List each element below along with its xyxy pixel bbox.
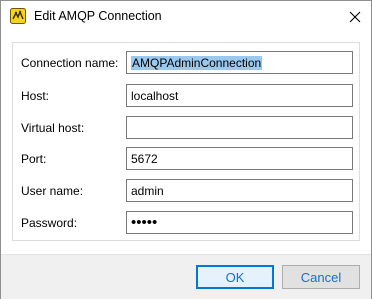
password-label: Password: — [21, 216, 78, 230]
window-title: Edit AMQP Connection — [34, 9, 162, 23]
amqp-connection-icon — [10, 8, 26, 24]
connection-name-label: Connection name: — [21, 56, 119, 70]
password-value: ••••• — [131, 214, 158, 231]
virtual-host-field[interactable] — [126, 116, 353, 139]
host-value: localhost — [131, 89, 179, 103]
user-name-value: admin — [131, 184, 164, 198]
user-name-field[interactable]: admin — [126, 179, 353, 202]
port-field[interactable]: 5672 — [126, 147, 353, 170]
virtual-host-label: Virtual host: — [21, 121, 85, 135]
connection-name-field[interactable]: AMQPAdminConnection — [126, 51, 353, 74]
ok-button[interactable]: OK — [196, 265, 274, 289]
close-button[interactable] — [339, 1, 371, 32]
close-icon — [349, 11, 361, 22]
user-name-label: User name: — [21, 184, 84, 198]
cancel-button[interactable]: Cancel — [282, 265, 360, 289]
host-field[interactable]: localhost — [126, 84, 353, 107]
connection-name-value: AMQPAdminConnection — [131, 56, 263, 70]
dialog-footer: OK Cancel — [1, 254, 371, 299]
title-bar[interactable]: Edit AMQP Connection — [1, 1, 371, 32]
password-field[interactable]: ••••• — [126, 211, 353, 234]
host-label: Host: — [21, 89, 50, 103]
edit-amqp-connection-dialog: Edit AMQP Connection Connection name: AM… — [0, 0, 372, 299]
port-label: Port: — [21, 152, 47, 166]
port-value: 5672 — [131, 152, 158, 166]
